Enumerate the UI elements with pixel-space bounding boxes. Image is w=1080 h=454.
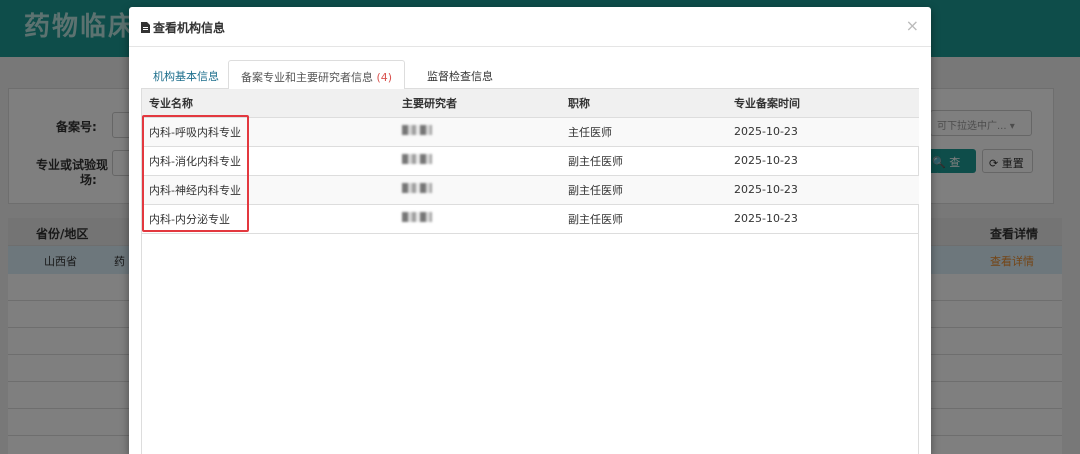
table-row: 内科-内分泌专业 副主任医师 2025-10-23 [142,204,919,234]
date-cell: 2025-10-23 [727,175,919,205]
table-row: 内科-消化内科专业 副主任医师 2025-10-23 [142,146,919,176]
tab-basic-info[interactable]: 机构基本信息 [141,60,231,89]
date-cell: 2025-10-23 [727,146,919,176]
table-row: 内科-呼吸内科专业 主任医师 2025-10-23 [142,117,919,147]
redacted-name [402,154,432,164]
specialty-cell: 内科-内分泌专业 [142,204,395,234]
title-cell: 主任医师 [561,117,727,147]
date-cell: 2025-10-23 [727,204,919,234]
title-cell: 副主任医师 [561,204,727,234]
title-cell: 副主任医师 [561,175,727,205]
redacted-name [402,125,432,135]
column-header-title: 职称 [561,89,727,118]
modal-title: 查看机构信息 [141,19,225,36]
table-header-row: 专业名称 主要研究者 职称 专业备案时间 [142,89,919,118]
tab-specialty-investigators[interactable]: 备案专业和主要研究者信息 (4) [228,60,406,90]
investigator-cell [395,175,561,205]
investigator-cell [395,117,561,147]
document-icon [141,22,150,33]
specialty-table-container: 专业名称 主要研究者 职称 专业备案时间 内科-呼吸内科专业 主任医师 2025… [141,89,919,454]
column-header-investigator: 主要研究者 [395,89,561,118]
table-row: 内科-神经内科专业 副主任医师 2025-10-23 [142,175,919,205]
title-cell: 副主任医师 [561,146,727,176]
investigator-cell [395,146,561,176]
specialty-cell: 内科-神经内科专业 [142,175,395,205]
tab-inspection-info[interactable]: 监督检查信息 [415,60,505,89]
tab-count-badge: (4) [376,71,393,84]
date-cell: 2025-10-23 [727,117,919,147]
column-header-filing-date: 专业备案时间 [727,89,919,118]
modal-title-text: 查看机构信息 [153,21,226,35]
specialty-cell: 内科-呼吸内科专业 [142,117,395,147]
institution-info-modal: 查看机构信息 × 机构基本信息 备案专业和主要研究者信息 (4) 监督检查信息 … [129,7,931,454]
investigator-cell [395,204,561,234]
column-header-specialty: 专业名称 [142,89,395,118]
modal-header: 查看机构信息 × [129,7,931,47]
redacted-name [402,212,432,222]
specialty-cell: 内科-消化内科专业 [142,146,395,176]
specialty-table: 专业名称 主要研究者 职称 专业备案时间 内科-呼吸内科专业 主任医师 2025… [142,89,919,234]
redacted-name [402,183,432,193]
modal-tabs: 机构基本信息 备案专业和主要研究者信息 (4) 监督检查信息 [141,60,919,90]
close-icon[interactable]: × [906,16,919,35]
